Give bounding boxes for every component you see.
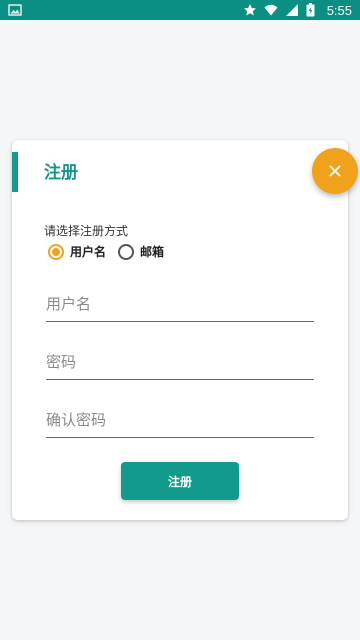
confirm-password-field bbox=[46, 402, 314, 438]
confirm-password-input[interactable] bbox=[46, 402, 314, 437]
battery-icon bbox=[306, 3, 320, 17]
status-bar: 5:55 bbox=[0, 0, 360, 20]
password-input[interactable] bbox=[46, 344, 314, 379]
radio-button-unchecked[interactable] bbox=[118, 243, 135, 260]
close-button[interactable] bbox=[312, 148, 358, 194]
username-field bbox=[46, 286, 314, 322]
password-field bbox=[46, 344, 314, 380]
register-method-group: 用户名 邮箱 bbox=[48, 243, 164, 260]
clock-text: 5:55 bbox=[326, 2, 352, 18]
image-icon bbox=[8, 3, 22, 17]
register-method-label: 请选择注册方式 bbox=[44, 224, 129, 238]
radio-option-email[interactable]: 邮箱 bbox=[118, 243, 164, 260]
wifi-icon bbox=[264, 3, 278, 17]
register-button[interactable]: 注册 bbox=[121, 462, 239, 500]
radio-label-email: 邮箱 bbox=[140, 245, 165, 259]
title-accent-bar bbox=[12, 152, 18, 192]
username-input[interactable] bbox=[46, 286, 314, 321]
star-icon bbox=[243, 3, 257, 17]
radio-button-checked[interactable] bbox=[48, 243, 64, 260]
dialog-title: 注册 bbox=[44, 163, 78, 183]
radio-option-username[interactable]: 用户名 bbox=[48, 243, 106, 260]
status-bar-left bbox=[8, 3, 22, 17]
radio-label-username: 用户名 bbox=[70, 245, 107, 259]
close-icon bbox=[329, 162, 341, 181]
signal-icon bbox=[285, 3, 299, 17]
register-card: 注册 请选择注册方式 用户名 邮箱 注册 bbox=[12, 140, 358, 520]
status-bar-right: 5:55 bbox=[243, 3, 352, 18]
